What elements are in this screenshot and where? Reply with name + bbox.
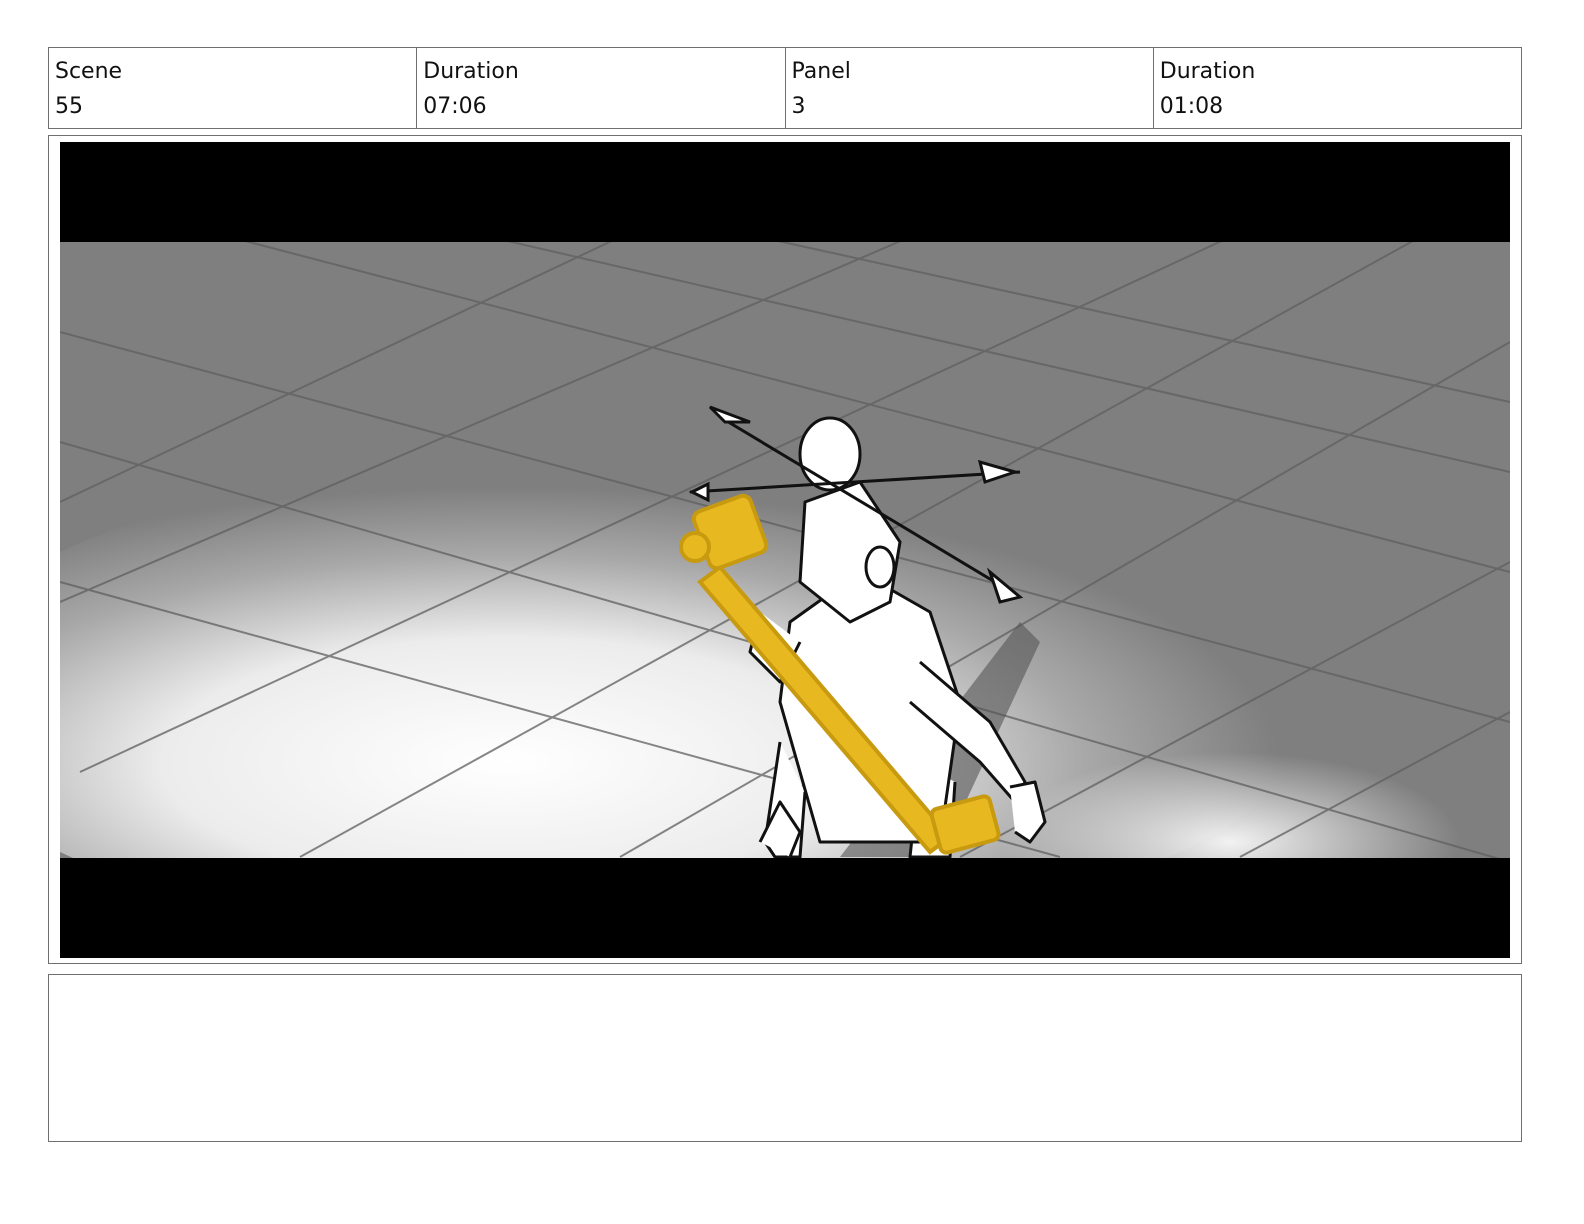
storyboard-drawing (60, 142, 1510, 958)
storyboard-panel-frame (48, 135, 1522, 964)
letterbox-top (60, 142, 1510, 242)
panel-cell: Panel 3 (786, 48, 1154, 128)
scene-value: 55 (55, 94, 83, 119)
letterbox-bottom (60, 858, 1510, 958)
scene-duration-value: 07:06 (423, 94, 487, 119)
panel-duration-label: Duration (1159, 59, 1256, 84)
scene-duration-label: Duration (423, 59, 519, 84)
panel-info-header: Scene 55 Duration 07:06 Panel 3 Duration… (48, 47, 1522, 129)
scene-cell: Scene 55 (49, 48, 418, 128)
panel-label: Panel (791, 59, 851, 84)
panel-value: 3 (791, 94, 806, 119)
scene-duration-cell: Duration 07:06 (417, 48, 786, 128)
storyboard-panel-image (60, 142, 1510, 958)
scene-label: Scene (55, 59, 123, 84)
panel-duration-value: 01:08 (1159, 94, 1224, 119)
panel-duration-cell: Duration 01:08 (1154, 48, 1521, 128)
panel-notes-box (48, 974, 1522, 1142)
